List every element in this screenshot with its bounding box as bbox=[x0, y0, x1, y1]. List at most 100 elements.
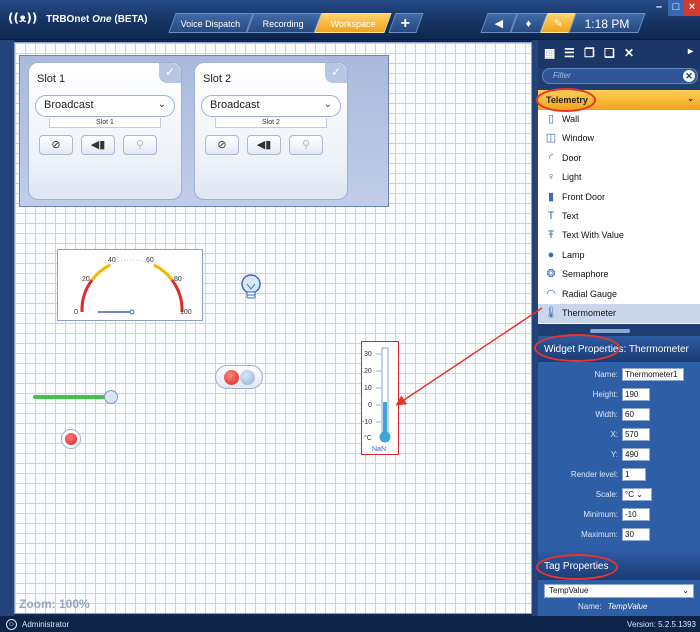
front-door-icon: ▮ bbox=[547, 190, 555, 203]
gauge-tick-label: 40 bbox=[108, 257, 116, 264]
clock: 1:18 PM bbox=[568, 13, 646, 33]
widget-item-window[interactable]: ◫ Window bbox=[538, 129, 700, 148]
slider-widget[interactable] bbox=[33, 389, 123, 407]
widget-item-text-with-value[interactable]: Ŧ Text With Value bbox=[538, 226, 700, 245]
radial-gauge-widget[interactable]: 0 20 40 60 80 100 bbox=[57, 249, 203, 321]
prop-height: Height: 190 bbox=[538, 388, 700, 402]
speaker-button[interactable]: ◀▮ bbox=[81, 135, 115, 155]
maximize-icon: □ bbox=[672, 1, 680, 13]
text-with-value-icon: Ŧ bbox=[547, 229, 555, 242]
tab-voice-dispatch[interactable]: Voice Dispatch bbox=[168, 13, 254, 33]
app-title: TRBOnet One (BETA) bbox=[46, 14, 148, 25]
widget-item-text[interactable]: T Text bbox=[538, 207, 700, 226]
title-bar: ((ᴥ)) TRBOnet One (BETA) Voice Dispatch … bbox=[0, 0, 700, 40]
widget-properties: Name: Thermometer1 Height: 190 Width: 60 X:… bbox=[538, 362, 700, 558]
tag-properties: TempValue ⌄ Name: TempValue bbox=[538, 580, 700, 616]
tag-select[interactable]: TempValue ⌄ bbox=[544, 584, 694, 598]
height-field[interactable]: 190 bbox=[622, 388, 650, 401]
delete-icon[interactable]: ✕ bbox=[624, 46, 634, 60]
prop-name: Name: Thermometer1 bbox=[538, 368, 700, 382]
block-icon: ⊘ bbox=[51, 139, 61, 151]
filter-input[interactable]: Filter ✕ bbox=[542, 68, 698, 84]
text-icon: T bbox=[547, 209, 555, 222]
mic-button[interactable]: ⚲ bbox=[289, 135, 323, 155]
chevron-down-icon: ⌄ bbox=[687, 94, 694, 103]
mic-button[interactable]: ⚲ bbox=[123, 135, 157, 155]
slot-subtitle: Slot 2 bbox=[215, 118, 327, 128]
lamp-widget[interactable] bbox=[61, 429, 81, 449]
close-icon: × bbox=[688, 1, 696, 13]
maximize-button[interactable]: □ bbox=[668, 0, 684, 16]
prop-scale: Scale: °C ⌄ bbox=[538, 488, 700, 502]
slot-subtitle: Slot 1 bbox=[49, 118, 161, 128]
check-icon[interactable]: ✓ bbox=[325, 63, 347, 83]
tab-workspace[interactable]: Workspace bbox=[314, 13, 392, 33]
widget-item-door[interactable]: ◜ Door bbox=[538, 149, 700, 168]
red-light bbox=[224, 370, 239, 385]
tag-name: Name: TempValue bbox=[578, 602, 648, 611]
thermometer-tick-label: 30 bbox=[364, 351, 372, 358]
y-field[interactable]: 490 bbox=[622, 448, 650, 461]
speaker-button[interactable]: ◀▮ bbox=[247, 135, 281, 155]
clear-filter-icon[interactable]: ✕ bbox=[683, 70, 695, 82]
thermometer-tick-label: 10 bbox=[364, 385, 372, 392]
gauge-tick-label: 20 bbox=[82, 276, 90, 283]
slot-2-card[interactable]: Slot 2 ✓ Broadcast ⌄ Slot 2 ⊘ ◀▮ ⚲ bbox=[194, 62, 348, 200]
widget-item-semaphore[interactable]: ❂ Semaphore bbox=[538, 265, 700, 284]
send-back-icon[interactable]: ❏ bbox=[604, 46, 615, 60]
render-level-field[interactable]: 1 bbox=[622, 468, 646, 481]
check-icon[interactable]: ✓ bbox=[159, 63, 181, 83]
speaker-icon: ◀ bbox=[494, 18, 503, 30]
microphone-icon: ♦ bbox=[525, 18, 532, 30]
door-icon: ◜ bbox=[548, 151, 554, 164]
widget-item-radial-gauge[interactable]: ◠ Radial Gauge bbox=[538, 285, 700, 304]
broadcast-select[interactable]: Broadcast ⌄ bbox=[201, 95, 341, 117]
lamp-icon bbox=[65, 433, 77, 445]
close-button[interactable]: × bbox=[684, 0, 700, 16]
tag-properties-header[interactable]: Tag Properties bbox=[538, 552, 700, 580]
category-select[interactable]: Telemetry ⌄ bbox=[538, 90, 700, 110]
thermometer-tick-label: 20 bbox=[364, 368, 372, 375]
gauge-tick-label: 0 bbox=[74, 309, 78, 316]
minimize-button[interactable]: – bbox=[650, 0, 668, 16]
left-margin bbox=[0, 40, 14, 616]
maximum-field[interactable]: 30 bbox=[622, 528, 650, 541]
block-button[interactable]: ⊘ bbox=[39, 135, 73, 155]
block-button[interactable]: ⊘ bbox=[205, 135, 239, 155]
broadcast-select[interactable]: Broadcast ⌄ bbox=[35, 95, 175, 117]
name-field[interactable]: Thermometer1 bbox=[622, 368, 684, 381]
bring-front-icon[interactable]: ❐ bbox=[584, 46, 595, 60]
prop-render-level: Render level: 1 bbox=[538, 468, 700, 482]
zoom-level: Zoom: 100% bbox=[19, 597, 90, 611]
minimum-field[interactable]: -10 bbox=[622, 508, 650, 521]
semaphore-widget[interactable] bbox=[215, 365, 263, 389]
light-widget[interactable] bbox=[239, 273, 263, 305]
align-icon[interactable]: ☰ bbox=[564, 46, 575, 60]
version-label: Version: 5.2.5.1393 bbox=[627, 620, 696, 629]
add-tab-button[interactable]: + bbox=[388, 13, 424, 33]
widget-item-wall[interactable]: ▯ Wall bbox=[538, 110, 700, 129]
scale-select[interactable]: °C ⌄ bbox=[622, 488, 652, 501]
widget-item-front-door[interactable]: ▮ Front Door bbox=[538, 188, 700, 207]
widget-item-light[interactable]: ♀ Light bbox=[538, 168, 700, 187]
more-icon[interactable]: ▸ bbox=[688, 46, 693, 57]
thermometer-tick-label: -10 bbox=[362, 419, 372, 426]
width-field[interactable]: 60 bbox=[622, 408, 650, 421]
prop-width: Width: 60 bbox=[538, 408, 700, 422]
thermometer-value: NaN bbox=[372, 446, 386, 453]
prop-minimum: Minimum: -10 bbox=[538, 508, 700, 522]
chevron-down-icon: ⌄ bbox=[636, 490, 643, 499]
tab-recording[interactable]: Recording bbox=[246, 13, 322, 33]
slider-svg bbox=[33, 390, 118, 404]
chevron-down-icon: ⌄ bbox=[157, 99, 166, 110]
x-field[interactable]: 570 bbox=[622, 428, 650, 441]
minimize-icon: – bbox=[655, 1, 663, 13]
widget-item-lamp[interactable]: ● Lamp bbox=[538, 246, 700, 265]
slot-1-card[interactable]: Slot 1 ✓ Broadcast ⌄ Slot 1 ⊘ ◀▮ ⚲ bbox=[28, 62, 182, 200]
widget-item-thermometer[interactable]: 🌡 Thermometer bbox=[538, 303, 700, 324]
slot-title: Slot 1 bbox=[37, 73, 66, 85]
grid-icon[interactable]: ▦ bbox=[544, 46, 555, 60]
prop-maximum: Maximum: 30 bbox=[538, 528, 700, 542]
gauge-tick-label: 60 bbox=[146, 257, 154, 264]
splitter-handle[interactable] bbox=[590, 329, 630, 333]
